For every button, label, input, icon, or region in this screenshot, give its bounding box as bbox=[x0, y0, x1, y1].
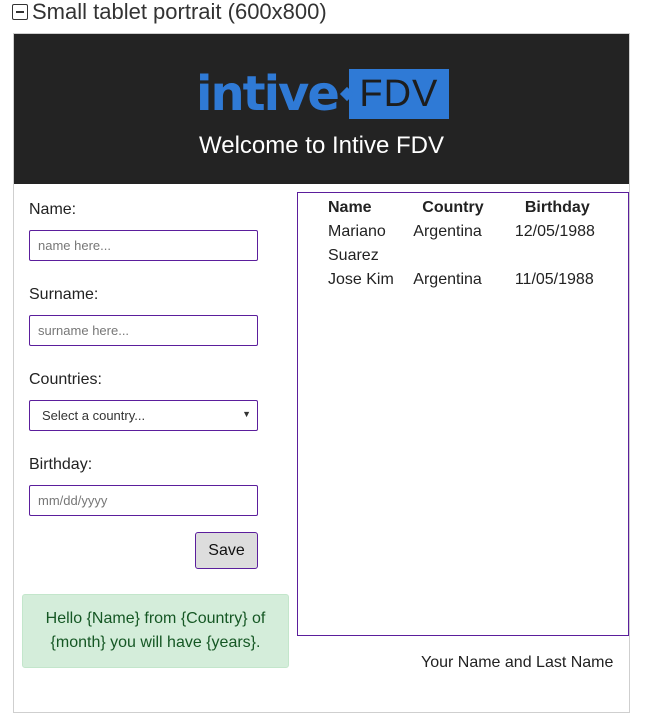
cell-country: Argentina bbox=[413, 223, 482, 240]
welcome-heading: Welcome to Intive FDV bbox=[199, 132, 444, 159]
footer-name: Your Name and Last Name bbox=[421, 654, 614, 671]
name-input[interactable] bbox=[29, 230, 258, 261]
collapse-icon[interactable] bbox=[12, 4, 28, 20]
greeting-message-text: Hello {Name} from {Country} of {month} y… bbox=[45, 610, 266, 651]
intive-logo: intive FDV bbox=[196, 68, 449, 120]
cell-name: Jose Kim bbox=[328, 271, 394, 288]
column-header-country: Country bbox=[422, 199, 484, 216]
surname-label: Surname: bbox=[29, 286, 99, 303]
section-title: Small tablet portrait (600x800) bbox=[32, 0, 327, 24]
country-select-value: Select a country... bbox=[42, 408, 146, 423]
cell-country: Argentina bbox=[413, 271, 482, 288]
birthday-input[interactable] bbox=[29, 485, 258, 516]
column-header-name: Name bbox=[328, 199, 372, 216]
countries-label: Countries: bbox=[29, 371, 102, 388]
birthday-label: Birthday: bbox=[29, 456, 93, 473]
people-table: Name Country Birthday Mariano Suarez Arg… bbox=[328, 196, 628, 292]
logo-box-text: FDV bbox=[359, 72, 439, 115]
surname-input[interactable] bbox=[29, 315, 258, 346]
column-header-birthday: Birthday bbox=[524, 199, 590, 216]
device-frame: intive FDV Welcome to Intive FDV Name: S… bbox=[13, 33, 630, 713]
cell-birthday: 11/05/1988 bbox=[514, 271, 594, 288]
greeting-message: Hello {Name} from {Country} of {month} y… bbox=[22, 594, 289, 668]
save-button[interactable]: Save bbox=[195, 532, 258, 569]
app-header: intive FDV Welcome to Intive FDV bbox=[14, 34, 629, 184]
cell-name: Mariano Suarez bbox=[328, 223, 386, 264]
logo-word: intive bbox=[196, 66, 340, 122]
people-table-panel: Name Country Birthday Mariano Suarez Arg… bbox=[297, 192, 629, 636]
name-label: Name: bbox=[29, 201, 77, 218]
section-header: Small tablet portrait (600x800) bbox=[12, 0, 327, 24]
dropdown-caret-icon: ▼ bbox=[242, 409, 251, 419]
table-header-row: Name Country Birthday bbox=[328, 196, 628, 220]
logo-box: FDV bbox=[348, 69, 449, 119]
table-row: Mariano Suarez Argentina 12/05/1988 bbox=[328, 220, 628, 268]
table-row: Jose Kim Argentina 11/05/1988 bbox=[328, 268, 628, 292]
country-select[interactable]: Select a country... ▼ bbox=[29, 400, 258, 431]
cell-birthday: 12/05/1988 bbox=[514, 223, 595, 240]
